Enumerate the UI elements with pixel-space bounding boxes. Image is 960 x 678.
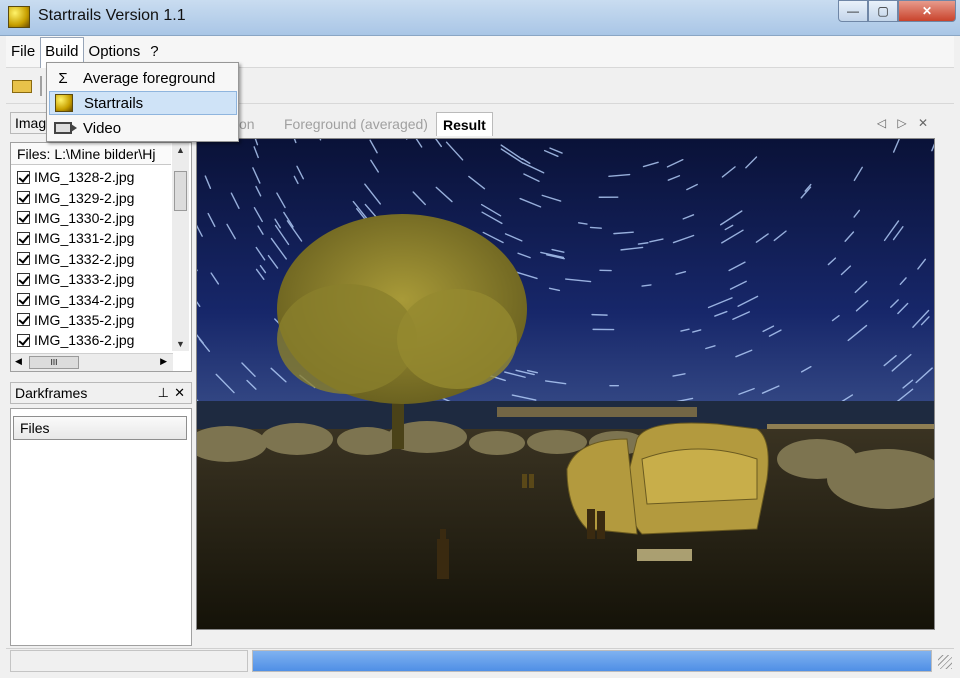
star-trail <box>589 226 602 229</box>
file-checkbox[interactable] <box>17 252 30 266</box>
close-button[interactable]: ✕ <box>898 0 956 22</box>
file-checkbox[interactable] <box>17 272 30 286</box>
maximize-button[interactable]: ▢ <box>868 0 898 22</box>
images-panel-title: Imag <box>15 115 47 131</box>
file-checkbox[interactable] <box>17 191 30 205</box>
file-list-item[interactable]: IMG_1333-2.jpg <box>17 269 167 289</box>
darkframes-list-box: Files <box>10 408 192 646</box>
file-name: IMG_1328-2.jpg <box>34 169 135 186</box>
title-bar: Startrails Version 1.1 — ▢ ✕ <box>0 0 960 36</box>
file-checkbox[interactable] <box>17 333 30 347</box>
build-menu-dropdown: Σ Average foreground Startrails Video <box>46 62 239 142</box>
file-name: IMG_1332-2.jpg <box>34 250 135 267</box>
startrails-app-icon <box>8 6 30 28</box>
file-list-item[interactable]: IMG_1336-2.jpg <box>17 330 167 350</box>
file-checkbox[interactable] <box>17 313 30 327</box>
build-menu-item-startrails[interactable]: Startrails <box>49 91 237 115</box>
resize-grip-icon[interactable] <box>938 655 952 669</box>
startrails-icon <box>50 94 78 112</box>
minimize-button[interactable]: — <box>838 0 868 22</box>
scroll-down-icon[interactable]: ▼ <box>176 339 185 349</box>
tab-foreground-averaged[interactable]: Foreground (averaged) <box>278 112 434 136</box>
scroll-up-icon[interactable]: ▲ <box>176 145 185 155</box>
tab-result[interactable]: Result <box>436 112 493 136</box>
file-name: IMG_1334-2.jpg <box>34 291 135 308</box>
result-image <box>196 138 935 630</box>
close-panel-icon[interactable]: ✕ <box>174 385 185 401</box>
open-folder-button[interactable] <box>12 76 34 94</box>
toolbar-separator <box>40 76 42 96</box>
horizontal-scroll-thumb[interactable]: III <box>29 356 79 369</box>
file-list-item[interactable]: IMG_1330-2.jpg <box>17 208 167 228</box>
file-name: IMG_1329-2.jpg <box>34 189 135 206</box>
startrails-photo <box>197 139 934 629</box>
file-checkbox[interactable] <box>17 170 30 184</box>
scroll-left-icon[interactable]: ◀ <box>15 356 22 367</box>
file-list: IMG_1328-2.jpg IMG_1329-2.jpg IMG_1330-2.j… <box>17 167 167 351</box>
build-menu-item-label: Video <box>83 119 122 137</box>
file-name: IMG_1330-2.jpg <box>34 209 135 226</box>
window-title: Startrails Version 1.1 <box>38 7 186 24</box>
darkframes-files-header[interactable]: Files <box>13 416 187 440</box>
file-name: IMG_1336-2.jpg <box>34 332 135 349</box>
build-menu-item-label: Average foreground <box>83 69 216 87</box>
tab-navigation-controls[interactable]: ◁ ▷ ✕ <box>877 116 932 130</box>
vertical-scroll-thumb[interactable] <box>174 171 187 211</box>
file-list-item[interactable]: IMG_1331-2.jpg <box>17 228 167 248</box>
darkframes-panel-header: Darkframes ⊥ ✕ <box>10 382 192 404</box>
star-trail <box>591 313 608 316</box>
tab-strip: tion Foreground (averaged) Result ◁ ▷ ✕ <box>196 112 936 136</box>
file-list-item[interactable]: IMG_1334-2.jpg <box>17 289 167 309</box>
scroll-right-icon[interactable]: ▶ <box>160 356 167 367</box>
file-list-item[interactable]: IMG_1328-2.jpg <box>17 167 167 187</box>
video-camera-icon <box>49 122 77 134</box>
build-menu-item-label: Startrails <box>84 94 144 112</box>
vertical-scrollbar[interactable]: ▲ ▼ <box>172 143 189 351</box>
file-checkbox[interactable] <box>17 231 30 245</box>
pin-icon[interactable]: ⊥ <box>158 385 169 401</box>
file-name: IMG_1335-2.jpg <box>34 311 135 328</box>
files-column-header[interactable]: Files: L:\Mine bilder\Hj <box>11 143 171 165</box>
file-list-item[interactable]: IMG_1329-2.jpg <box>17 187 167 207</box>
status-bar <box>6 648 954 672</box>
file-list-item[interactable]: IMG_1332-2.jpg <box>17 249 167 269</box>
build-menu-item-video[interactable]: Video <box>49 116 237 140</box>
horizontal-scrollbar[interactable]: ◀ III ▶ <box>11 353 173 371</box>
darkframes-panel-title: Darkframes <box>15 385 88 401</box>
build-menu-item-average-foreground[interactable]: Σ Average foreground <box>49 66 237 90</box>
file-name: IMG_1331-2.jpg <box>34 230 135 247</box>
menu-file[interactable]: File <box>6 37 40 66</box>
open-folder-icon <box>12 80 32 93</box>
sigma-icon: Σ <box>58 69 68 87</box>
file-name: IMG_1333-2.jpg <box>34 271 135 288</box>
file-checkbox[interactable] <box>17 293 30 307</box>
progress-fill <box>253 651 931 671</box>
left-panel: Imag Files: L:\Mine bilder\Hj IMG_1328-2… <box>10 112 192 646</box>
progress-bar <box>252 650 932 672</box>
file-list-item[interactable]: IMG_1335-2.jpg <box>17 310 167 330</box>
files-list-box: Files: L:\Mine bilder\Hj IMG_1328-2.jpg I… <box>10 142 192 372</box>
status-text-panel <box>10 650 248 672</box>
file-checkbox[interactable] <box>17 211 30 225</box>
